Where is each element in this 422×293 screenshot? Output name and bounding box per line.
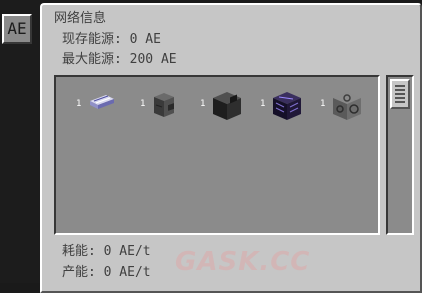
grip-line (395, 85, 405, 87)
ae-tab-label: AE (7, 19, 27, 38)
panel-title: 网络信息 (54, 11, 107, 26)
power-usage-text: 耗能: 0 AE/t (62, 244, 151, 259)
crafting-unit-icon (333, 92, 361, 120)
slot-count: 1 (76, 99, 82, 109)
grip-line (395, 97, 405, 99)
power-generation-text: 产能: 0 AE/t (62, 265, 151, 280)
grip-line (395, 89, 405, 91)
grid-slot-interface[interactable]: 1 (140, 91, 198, 117)
drive-icon (273, 92, 301, 120)
scrollbar-track[interactable] (386, 75, 414, 235)
stored-power-text: 现存能源: 0 AE (62, 32, 161, 47)
left-strip: AE (0, 0, 40, 283)
storage-block-icon (213, 92, 241, 120)
ae-tab-button[interactable]: AE (2, 14, 32, 44)
glass-cable-icon (90, 95, 114, 109)
grid-slot-glass-cable[interactable]: 1 (76, 91, 134, 115)
item-grid: 1 1 1 1 1 (54, 75, 380, 235)
watermark: GASK.CC (175, 247, 311, 277)
max-power-text: 最大能源: 200 AE (62, 52, 177, 67)
slot-count: 1 (260, 99, 266, 109)
slot-count: 1 (140, 99, 146, 109)
slot-count: 1 (200, 99, 206, 109)
interface-icon (154, 93, 174, 117)
grip-line (395, 101, 405, 103)
scrollbar-thumb[interactable] (390, 79, 410, 109)
grid-slot-storage-block[interactable]: 1 (200, 91, 258, 120)
grid-slot-drive[interactable]: 1 (260, 91, 318, 120)
grid-slot-crafting-unit[interactable]: 1 (320, 91, 378, 120)
slot-count: 1 (320, 99, 326, 109)
grip-line (395, 93, 405, 95)
